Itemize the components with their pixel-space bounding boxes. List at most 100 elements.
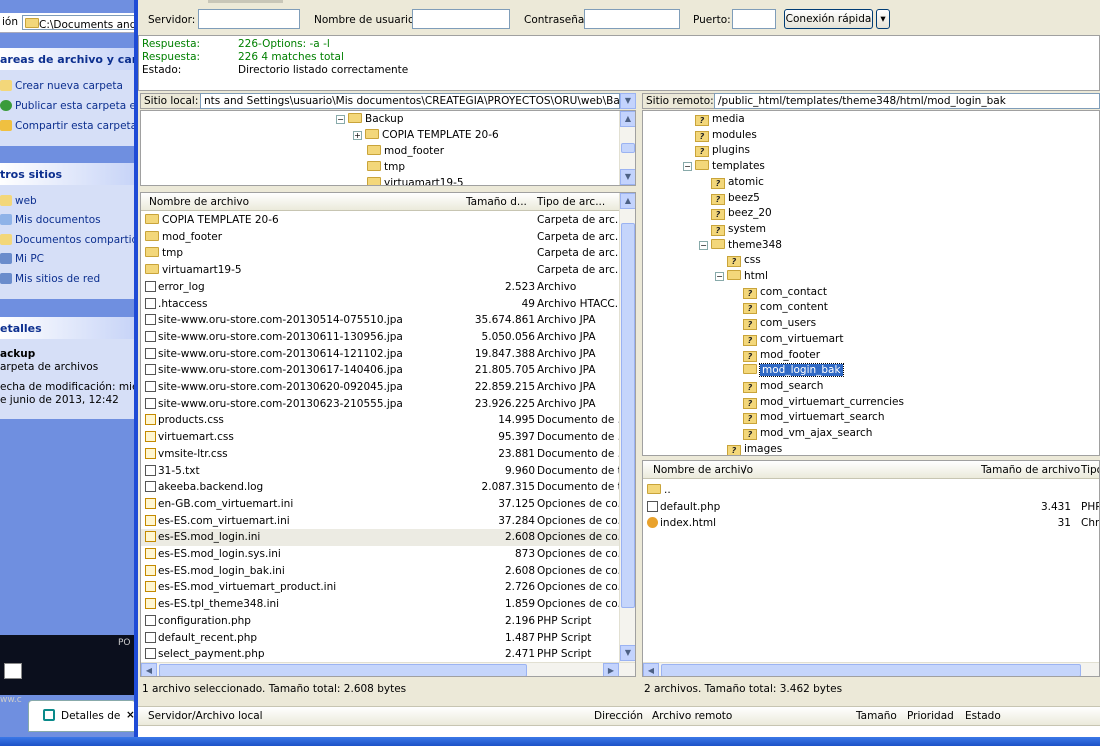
table-row[interactable]: en-GB.com_virtuemart.ini 37.125 Opciones… (141, 496, 627, 513)
table-row[interactable]: .. (643, 482, 1099, 499)
table-row[interactable]: site-www.oru-store.com-20130514-075510.j… (141, 312, 619, 329)
scroll-up-icon[interactable]: ▲ (620, 193, 635, 209)
local-path-input[interactable]: nts and Settings\usuario\Mis documentos\… (200, 93, 620, 109)
table-row[interactable]: site-www.oru-store.com-20130617-140406.j… (141, 362, 619, 379)
scroll-right-icon[interactable]: ▶ (603, 663, 619, 676)
queue-col-direction[interactable]: Dirección (594, 710, 643, 722)
link-my-documents[interactable]: Mis documentos (0, 214, 101, 226)
password-input[interactable] (584, 9, 680, 29)
tree-node[interactable]: ? images (715, 443, 782, 455)
col-name[interactable]: Nombre de archivo (149, 196, 249, 208)
local-list-scrollbar[interactable]: ▲ ▼ (619, 193, 635, 663)
tree-node[interactable]: tmp (367, 161, 405, 173)
quickconnect-dropdown[interactable]: ▾ (876, 9, 890, 29)
table-row[interactable]: es-ES.mod_login.sys.ini 873 Opciones de … (141, 546, 627, 563)
queue-col-status[interactable]: Estado (965, 710, 1001, 722)
table-row[interactable]: select_payment.php 2.471 PHP Script (141, 646, 619, 663)
table-row[interactable]: default.php 3.431 PHP (643, 499, 1099, 516)
tree-node[interactable]: ? atomic (699, 176, 764, 189)
task-new-folder[interactable]: Crear nueva carpeta (0, 80, 123, 92)
tree-node[interactable]: ? system (699, 223, 766, 236)
scroll-left-icon[interactable]: ◀ (643, 663, 659, 676)
task-publish[interactable]: Publicar esta carpeta en W (0, 100, 137, 112)
table-row[interactable]: es-ES.mod_virtuemart_product.ini 2.726 O… (141, 579, 627, 596)
scroll-thumb[interactable] (621, 143, 635, 153)
collapse-icon[interactable]: − (336, 115, 345, 124)
tree-node[interactable]: ? mod_virtuemart_currencies (731, 396, 904, 409)
tree-node[interactable]: ? plugins (683, 144, 750, 158)
tree-node[interactable]: ? mod_vm_ajax_search (731, 427, 872, 440)
queue-col-local[interactable]: Servidor/Archivo local (148, 710, 263, 722)
table-row[interactable]: site-www.oru-store.com-20130623-210555.j… (141, 396, 619, 413)
local-hscroll[interactable]: ◀ ▶ (141, 662, 635, 676)
expand-icon[interactable]: + (353, 131, 362, 140)
tree-node-backup[interactable]: − Backup (336, 113, 404, 125)
local-tree-scrollbar[interactable]: ▲ ▼ (619, 111, 635, 185)
remote-path-input[interactable]: /public_html/templates/theme348/html/mod… (714, 93, 1100, 109)
tree-node[interactable]: + COPIA TEMPLATE 20-6 (353, 129, 499, 141)
tasks-panel-header[interactable]: areas de archivo y carpe (0, 48, 137, 70)
scroll-down-icon[interactable]: ▼ (620, 169, 635, 185)
table-row[interactable]: es-ES.com_virtuemart.ini 37.284 Opciones… (141, 513, 627, 530)
collapse-icon[interactable]: − (715, 272, 724, 281)
tree-node[interactable]: ? mod_search (731, 380, 823, 393)
table-row[interactable]: es-ES.mod_login_bak.ini 2.608 Opciones d… (141, 563, 627, 580)
tree-node[interactable]: ? com_users (731, 317, 816, 331)
col-type[interactable]: Tipo de arc... (537, 196, 605, 208)
table-row[interactable]: products.css 14.995 Documento de ... (141, 412, 628, 429)
table-row[interactable]: virtuamart19-5 Carpeta de arc... (141, 262, 625, 279)
tree-node[interactable]: ? modules (683, 129, 757, 142)
queue-col-priority[interactable]: Prioridad (907, 710, 954, 722)
tree-node[interactable]: ? com_content (731, 301, 828, 315)
tree-node[interactable]: ? beez_20 (699, 207, 772, 221)
collapse-icon[interactable]: − (683, 162, 692, 172)
chevron-down-icon[interactable]: ▼ (620, 93, 636, 109)
table-row[interactable]: default_recent.php 1.487 PHP Script (141, 630, 619, 647)
details-panel-header[interactable]: etalles (0, 317, 137, 339)
scroll-down-icon[interactable]: ▼ (620, 645, 635, 661)
link-shared-documents[interactable]: Documentos compartidos (0, 234, 137, 246)
tree-node[interactable]: ? com_contact (731, 286, 827, 299)
username-input[interactable] (412, 9, 510, 29)
link-network[interactable]: Mis sitios de red (0, 273, 100, 285)
link-web[interactable]: web (0, 195, 37, 207)
taskbar-tab[interactable]: Detalles de × (28, 700, 136, 732)
scroll-left-icon[interactable]: ◀ (141, 663, 157, 676)
col-size[interactable]: Tamaño d... (466, 196, 527, 208)
scroll-thumb[interactable] (159, 664, 527, 676)
table-row[interactable]: es-ES.mod_login.ini 2.608 Opciones de co… (141, 529, 627, 546)
table-row[interactable]: es-ES.tpl_theme348.ini 1.859 Opciones de… (141, 596, 627, 613)
scroll-thumb[interactable] (621, 223, 635, 608)
scroll-thumb[interactable] (661, 664, 1081, 676)
table-row[interactable]: site-www.oru-store.com-20130611-130956.j… (141, 329, 619, 346)
tree-node[interactable]: mod_login_bak (731, 363, 844, 378)
table-row[interactable]: virtuemart.css 95.397 Documento de ... (141, 429, 628, 446)
tree-node[interactable]: ? beez5 (699, 192, 760, 205)
tree-node[interactable]: ? mod_virtuemart_search (731, 411, 884, 425)
other-panel-header[interactable]: tros sitios (0, 163, 137, 185)
address-bar[interactable]: ión C:\Documents and S (0, 13, 137, 33)
table-row[interactable]: akeeba.backend.log 2.087.315 Documento d… (141, 479, 632, 496)
tree-node[interactable]: ? media (683, 113, 745, 126)
tree-node[interactable]: virtuamart19-5 (367, 177, 464, 185)
quickconnect-button[interactable]: Conexión rápida (784, 9, 873, 29)
col-name[interactable]: Nombre de archivo (653, 464, 753, 476)
table-row[interactable]: index.html 31 Chr (643, 515, 1099, 532)
tree-node[interactable]: mod_footer (367, 145, 444, 157)
col-size[interactable]: Tamaño de archivo (981, 464, 1080, 476)
address-input[interactable]: C:\Documents and S (22, 15, 137, 30)
tree-node[interactable]: ? mod_footer (731, 349, 820, 362)
table-row[interactable]: .htaccess 49 Archivo HTACC... (141, 296, 625, 313)
tree-node[interactable]: ? css (715, 254, 761, 268)
scroll-up-icon[interactable]: ▲ (620, 111, 635, 127)
table-row[interactable]: vmsite-ltr.css 23.881 Documento de ... (141, 446, 628, 463)
tree-node[interactable]: − html (715, 270, 768, 282)
tree-node[interactable]: − templates (683, 160, 765, 172)
link-my-pc[interactable]: Mi PC (0, 253, 44, 265)
col-type[interactable]: Tipo (1081, 464, 1099, 476)
table-row[interactable]: site-www.oru-store.com-20130620-092045.j… (141, 379, 619, 396)
table-row[interactable]: error_log 2.523 Archivo (141, 279, 619, 296)
table-row[interactable]: configuration.php 2.196 PHP Script (141, 613, 619, 630)
queue-col-remote[interactable]: Archivo remoto (652, 710, 732, 722)
table-row[interactable]: mod_footer Carpeta de arc... (141, 229, 625, 246)
